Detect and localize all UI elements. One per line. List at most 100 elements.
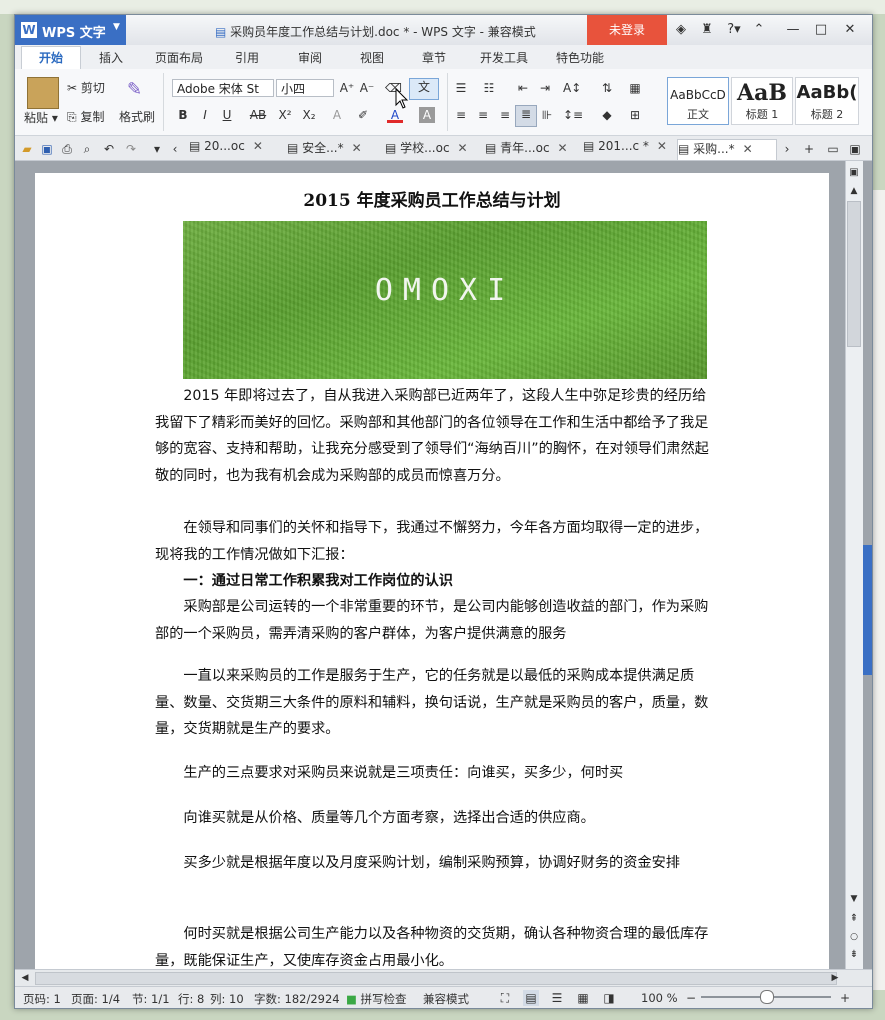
doc-tab[interactable]: ▤ 201...c * ✕ xyxy=(583,139,667,159)
tab-scroll-right-icon[interactable]: › xyxy=(779,141,795,157)
style-normal[interactable]: AaBbCcD 正文 xyxy=(667,77,729,125)
status-pages[interactable]: 页面: 1/4 xyxy=(71,991,120,1007)
status-word-count[interactable]: 字数: 182/2924 xyxy=(254,991,340,1007)
paragraph-shading-icon[interactable]: ◆ xyxy=(599,107,615,123)
menu-tab-review[interactable]: 审阅 xyxy=(298,49,322,66)
reading-view-icon[interactable]: ◨ xyxy=(601,990,617,1006)
align-right-icon[interactable]: ≡ xyxy=(497,107,513,123)
close-icon[interactable]: ✕ xyxy=(352,141,362,155)
highlight-icon[interactable]: ✐ xyxy=(355,107,371,123)
doc-tab[interactable]: ▤ 学校...oc ✕ xyxy=(385,139,468,159)
status-mode[interactable]: 兼容模式 xyxy=(423,991,469,1007)
menu-tab-view[interactable]: 视图 xyxy=(360,49,384,66)
split-view-icon[interactable]: ▣ xyxy=(846,165,862,181)
distribute-icon[interactable]: ⊪ xyxy=(539,107,555,123)
minimize-icon[interactable]: — xyxy=(785,22,801,38)
decrease-indent-icon[interactable]: ⇤ xyxy=(515,80,531,96)
zoom-out-icon[interactable]: − xyxy=(683,990,699,1006)
copy-button[interactable]: ⎘ 复制 xyxy=(67,108,104,125)
open-folder-icon[interactable]: ▰ xyxy=(19,141,35,157)
tab-list-icon[interactable]: ▭ xyxy=(825,141,841,157)
spell-check-toggle[interactable]: ■ 拼写检查 xyxy=(346,991,407,1007)
doc-tab[interactable]: ▤ 20...oc ✕ xyxy=(189,139,263,159)
close-icon[interactable]: ✕ xyxy=(657,139,667,153)
close-icon[interactable]: ✕ xyxy=(458,141,468,155)
redo-icon[interactable]: ↷ xyxy=(123,141,139,157)
zoom-slider-knob[interactable] xyxy=(760,990,774,1004)
text-direction-icon[interactable]: A↕ xyxy=(563,80,581,96)
outline-view-icon[interactable]: ☰ xyxy=(549,990,565,1006)
close-icon[interactable]: ✕ xyxy=(743,142,753,156)
status-section[interactable]: 节: 1/1 xyxy=(132,991,170,1007)
shirt-icon[interactable]: ♜ xyxy=(699,22,715,38)
menu-tab-page-layout[interactable]: 页面布局 xyxy=(155,49,203,66)
new-tab-icon[interactable]: + xyxy=(801,141,817,157)
scroll-up-icon[interactable]: ▲ xyxy=(846,183,862,199)
side-panel-toggle[interactable] xyxy=(863,545,872,675)
status-page-code[interactable]: 页码: 1 xyxy=(23,991,61,1007)
login-button[interactable]: 未登录 xyxy=(587,15,667,45)
close-icon[interactable]: ✕ xyxy=(558,141,568,155)
undo-icon[interactable]: ↶ xyxy=(101,141,117,157)
line-spacing-icon[interactable]: ↕≡ xyxy=(563,107,583,123)
strikethrough-icon[interactable]: AB xyxy=(245,107,271,123)
document-page[interactable]: 2015 年度采购员工作总结与计划 OMOXI 2015 年即将过去了，自从我进… xyxy=(35,173,829,973)
format-painter-button[interactable]: 格式刷 xyxy=(119,108,155,125)
text-effect-icon[interactable]: A xyxy=(329,107,345,123)
fullscreen-icon[interactable]: ⛶ xyxy=(497,990,513,1006)
zoom-level[interactable]: 100 % xyxy=(641,991,678,1005)
bullet-list-icon[interactable]: ☰ xyxy=(453,80,469,96)
cut-button[interactable]: ✂ 剪切 xyxy=(67,79,105,96)
align-left-icon[interactable]: ≡ xyxy=(453,107,469,123)
font-size-combo[interactable]: 小四 xyxy=(276,79,334,97)
bold-icon[interactable]: B xyxy=(175,107,191,123)
app-menu-button[interactable]: W WPS 文字 ▼ xyxy=(15,15,126,45)
scroll-right-icon[interactable]: ▶ xyxy=(827,970,843,986)
menu-tab-developer[interactable]: 开发工具 xyxy=(480,49,528,66)
print-preview-icon[interactable]: ⌕ xyxy=(79,141,95,157)
quick-access-dropdown-icon[interactable]: ▾ xyxy=(149,141,165,157)
phonetic-guide-icon[interactable]: 文 xyxy=(409,78,439,100)
menu-tab-references[interactable]: 引用 xyxy=(235,49,259,66)
justify-icon[interactable]: ≣ xyxy=(515,105,537,127)
doc-tab[interactable]: ▤ 安全...* ✕ xyxy=(287,139,362,159)
page-view-icon[interactable]: ▤ xyxy=(523,990,539,1006)
next-page-icon[interactable]: ⇟ xyxy=(846,947,862,963)
grow-font-icon[interactable]: A⁺ xyxy=(339,80,355,96)
zoom-in-icon[interactable]: + xyxy=(837,990,853,1006)
horizontal-scroll-thumb[interactable] xyxy=(35,972,837,985)
vertical-scroll-thumb[interactable] xyxy=(847,201,861,347)
help-icon[interactable]: ?▾ xyxy=(721,22,747,38)
close-icon[interactable]: ✕ xyxy=(253,139,263,153)
table-icon[interactable]: ▦ xyxy=(627,80,643,96)
increase-indent-icon[interactable]: ⇥ xyxy=(537,80,553,96)
shrink-font-icon[interactable]: A⁻ xyxy=(359,80,375,96)
save-icon[interactable]: ▣ xyxy=(39,141,55,157)
italic-icon[interactable]: I xyxy=(197,107,213,123)
menu-tab-chapter[interactable]: 章节 xyxy=(422,49,446,66)
print-icon[interactable]: ⎙ xyxy=(59,141,75,157)
web-view-icon[interactable]: ▦ xyxy=(575,990,591,1006)
borders-icon[interactable]: ⊞ xyxy=(627,107,643,123)
style-heading-1[interactable]: AaB 标题 1 xyxy=(731,77,793,125)
numbered-list-icon[interactable]: ☷ xyxy=(481,80,497,96)
close-icon[interactable]: ✕ xyxy=(842,22,858,38)
menu-tab-home[interactable]: 开始 xyxy=(21,46,81,70)
previous-page-icon[interactable]: ⇞ xyxy=(846,911,862,927)
char-shading-icon[interactable]: A xyxy=(419,107,435,123)
tab-scroll-left-icon[interactable]: ‹ xyxy=(167,141,183,157)
doc-tab[interactable]: ▤ 青年...oc ✕ xyxy=(485,139,568,159)
status-row[interactable]: 行: 8 xyxy=(178,991,204,1007)
paste-button[interactable]: 粘贴 ▾ xyxy=(24,109,58,126)
align-center-icon[interactable]: ≡ xyxy=(475,107,491,123)
paste-icon[interactable] xyxy=(27,77,59,109)
font-name-combo[interactable]: Adobe 宋体 St xyxy=(172,79,274,97)
scroll-left-icon[interactable]: ◀ xyxy=(17,970,33,986)
scroll-down-icon[interactable]: ▼ xyxy=(846,891,862,907)
doc-tab-active[interactable]: ▤ 采购...* ✕ xyxy=(677,139,777,160)
status-col[interactable]: 列: 10 xyxy=(210,991,244,1007)
collapse-ribbon-icon[interactable]: ⌃ xyxy=(751,22,767,38)
sort-icon[interactable]: ⇅ xyxy=(599,80,615,96)
restore-tab-icon[interactable]: ▣ xyxy=(847,141,863,157)
superscript-icon[interactable]: X² xyxy=(277,107,293,123)
